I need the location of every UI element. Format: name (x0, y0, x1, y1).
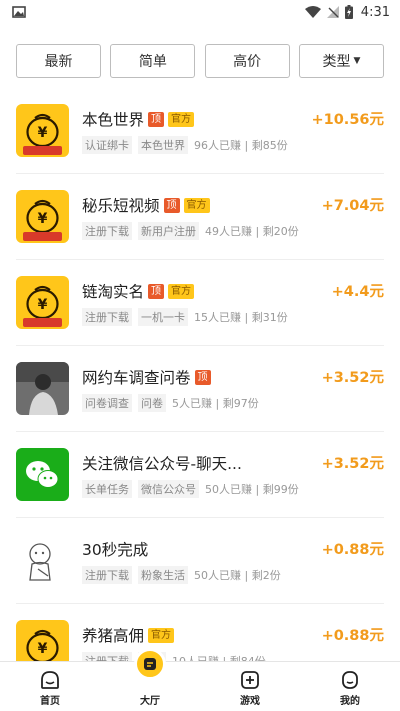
wechat-icon (16, 448, 69, 501)
caret-down-icon: ▼ (353, 56, 361, 66)
task-row[interactable]: 30秒完成 注册下载 粉象生活 50人已赚 | 剩2份 +0.88元 (16, 518, 384, 604)
filter-label: 简单 (138, 54, 167, 70)
task-tag: 注册下载 (82, 566, 132, 584)
task-row[interactable]: 关注微信公众号-聊天... 长单任务 微信公众号 50人已赚 | 剩99份 +3… (16, 432, 384, 518)
task-tag: 本色世界 (138, 136, 188, 154)
money-bag-icon: ¥ (16, 104, 69, 157)
nav-game[interactable]: 游戏 (200, 662, 300, 711)
top-badge: 顶 (148, 111, 165, 127)
task-tag: 问卷 (138, 394, 166, 412)
task-tag: 微信公众号 (138, 480, 199, 498)
status-time: 4:31 (360, 4, 390, 20)
task-stats: 15人已赚 | 剩31份 (194, 311, 288, 324)
task-title: 链淘实名 (82, 283, 145, 301)
task-reward: +10.56元 (311, 112, 384, 128)
task-title: 本色世界 (82, 111, 145, 129)
task-tag: 注册下载 (82, 222, 132, 240)
task-reward: +3.52元 (321, 456, 384, 472)
no-signal-icon (326, 6, 339, 18)
task-title: 关注微信公众号-聊天... (82, 455, 242, 473)
task-stats: 50人已赚 | 剩2份 (194, 569, 281, 582)
official-badge: 官方 (168, 111, 195, 127)
filter-latest-button[interactable]: 最新 (16, 44, 101, 78)
task-title: 秘乐短视频 (82, 197, 160, 215)
hall-icon (134, 648, 166, 680)
nav-label: 首页 (40, 696, 60, 707)
nav-label: 游戏 (240, 696, 260, 707)
home-face-icon (40, 670, 60, 690)
task-stats: 10人已赚 | 剩84份 (172, 653, 266, 661)
money-bag-icon: ¥ (16, 620, 69, 661)
top-badge: 顶 (163, 197, 180, 213)
task-tag: 注册下载 (82, 308, 132, 326)
task-row[interactable]: ¥ 秘乐短视频 顶 官方 注册下载 新用户注册 49人已赚 | 剩20份 +7.… (16, 174, 384, 260)
filter-simple-button[interactable]: 简单 (110, 44, 196, 78)
task-list: ¥ 本色世界 顶 官方 认证绑卡 本色世界 96人已赚 | 剩85份 +10.5… (0, 88, 400, 661)
task-row[interactable]: ¥ 链淘实名 顶 官方 注册下载 一机一卡 15人已赚 | 剩31份 +4.4元 (16, 260, 384, 346)
nav-home[interactable]: 首页 (0, 662, 100, 711)
svg-text:¥: ¥ (38, 211, 48, 227)
profile-icon (340, 670, 360, 690)
top-badge: 顶 (194, 369, 211, 385)
wifi-icon (304, 6, 321, 18)
official-badge: 官方 (183, 197, 210, 213)
task-row[interactable]: 网约车调查问卷 顶 问卷调查 问卷 5人已赚 | 剩97份 +3.52元 (16, 346, 384, 432)
task-row[interactable]: ¥ 养猪高佣 官方 注册下载 养猪 10人已赚 | 剩84份 +0.88元 (16, 604, 384, 661)
task-reward: +3.52元 (321, 370, 384, 386)
task-reward: +0.88元 (321, 542, 384, 558)
task-stats: 49人已赚 | 剩20份 (205, 225, 299, 238)
task-tag: 长单任务 (82, 480, 132, 498)
top-badge: 顶 (148, 283, 165, 299)
task-reward: +0.88元 (321, 628, 384, 644)
cartoon-sketch-icon (16, 534, 69, 587)
task-tag: 问卷调查 (82, 394, 132, 412)
task-row[interactable]: ¥ 本色世界 顶 官方 认证绑卡 本色世界 96人已赚 | 剩85份 +10.5… (16, 88, 384, 174)
task-title: 网约车调查问卷 (82, 369, 191, 387)
filter-label: 高价 (233, 54, 262, 70)
official-badge: 官方 (148, 627, 175, 643)
nav-profile[interactable]: 我的 (300, 662, 400, 711)
nav-label: 大厅 (140, 696, 160, 707)
task-stats: 96人已赚 | 剩85份 (194, 139, 288, 152)
bottom-nav: 首页 大厅 游戏 我的 (0, 648, 400, 711)
task-title: 30秒完成 (82, 541, 149, 559)
official-badge: 官方 (168, 283, 195, 299)
task-tag: 新用户注册 (138, 222, 199, 240)
image-notification-icon (12, 6, 26, 18)
task-stats: 50人已赚 | 剩99份 (205, 483, 299, 496)
battery-charging-icon (344, 5, 353, 19)
task-tag: 粉象生活 (138, 566, 188, 584)
svg-text:¥: ¥ (38, 125, 48, 141)
task-reward: +4.4元 (331, 284, 384, 300)
task-tag: 一机一卡 (138, 308, 188, 326)
task-tag: 注册下载 (82, 652, 132, 661)
task-title: 养猪高佣 (82, 627, 145, 645)
status-bar: 4:31 (0, 0, 400, 24)
person-photo-icon (16, 362, 69, 415)
money-bag-icon: ¥ (16, 190, 69, 243)
filter-bar: 最新 简单 高价 类型 ▼ (16, 44, 384, 78)
filter-type-dropdown[interactable]: 类型 ▼ (298, 44, 384, 78)
game-plus-icon (240, 670, 260, 690)
nav-label: 我的 (340, 696, 360, 707)
filter-label: 最新 (44, 54, 73, 70)
nav-hall[interactable]: 大厅 (100, 648, 200, 711)
svg-text:¥: ¥ (38, 641, 48, 657)
filter-label: 类型 (322, 54, 351, 70)
money-bag-icon: ¥ (16, 276, 69, 329)
task-stats: 5人已赚 | 剩97份 (172, 397, 259, 410)
task-reward: +7.04元 (321, 198, 384, 214)
task-tag: 认证绑卡 (82, 136, 132, 154)
svg-text:¥: ¥ (38, 297, 48, 313)
filter-highprice-button[interactable]: 高价 (204, 44, 290, 78)
